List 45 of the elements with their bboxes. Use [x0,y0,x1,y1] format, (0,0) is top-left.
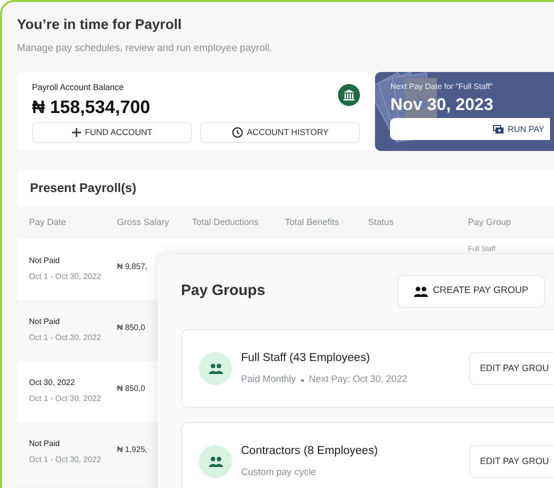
people-icon [414,286,428,297]
clock-icon [232,127,243,138]
pay-period: Oct 1 - Oct 30, 2022 [29,392,102,405]
separator-dot [300,378,304,382]
cash-icon [492,124,504,134]
pay-date: Not Paid [29,316,61,328]
column-header: Total Benefits [285,217,340,228]
column-header: Pay Date [29,217,66,228]
gross-salary: ₦ 850,0 [117,322,146,334]
table-title: Present Payroll(s) [29,180,138,197]
gross-salary: ₦ 1,925, [117,444,148,456]
edit-pay-group-button[interactable]: EDIT PAY GROU [469,445,553,478]
run-payroll-button[interactable]: RUN PAY [390,118,550,140]
next-pay-label: Next Pay Date for "Full Staff" [390,80,494,93]
edit-pay-group-button[interactable]: EDIT PAY GROU [469,352,553,385]
group-name: Contractors (8 Employees) [241,444,378,459]
gross-salary: ₦ 850,0 [117,382,146,395]
bank-icon [338,84,360,106]
group-detail: Custom pay cycle [241,466,316,480]
page-subtitle: Manage pay schedules, review and run employee payroll. [17,42,274,56]
group-detail: Paid Monthly [241,373,296,387]
group-icon [199,352,232,385]
column-header: Total Deductions [192,217,259,228]
pay-period: Oct 1 - Oct 30, 2022 [29,270,102,283]
pay-date: Not Paid [29,438,61,450]
group-icon [199,445,232,478]
pay-date: Not Paid [29,254,61,267]
pay-date: Oct 30, 2022 [29,376,76,389]
column-header: Status [368,217,394,228]
next-pay-date: Nov 30, 2023 [390,94,494,116]
gross-salary: ₦ 9,857, [117,260,148,273]
balance-label: Payroll Account Balance [32,80,125,94]
history-button[interactable]: ACCOUNT HISTORY [200,122,360,144]
pay-period: Oct 1 - Oct 30, 2022 [29,332,102,344]
page-title: You’re in time for Payroll [17,16,183,33]
balance-amount: ₦ 158,534,700 [32,96,150,118]
column-header: Gross Salary [117,217,170,228]
group-name: Full Staff (43 Employees) [241,350,371,366]
group-detail: Next Pay: Oct 30, 2022 [308,373,408,387]
column-header: Pay Group [468,217,512,228]
fund-button[interactable]: FUND ACCOUNT [32,122,192,144]
panel-title: Pay Groups [181,281,266,302]
create-pay-group-button[interactable]: CREATE PAY GROUP [397,275,545,308]
pay-period: Oct 1 - Oct 30, 2022 [29,454,102,466]
plus-icon [72,128,81,138]
